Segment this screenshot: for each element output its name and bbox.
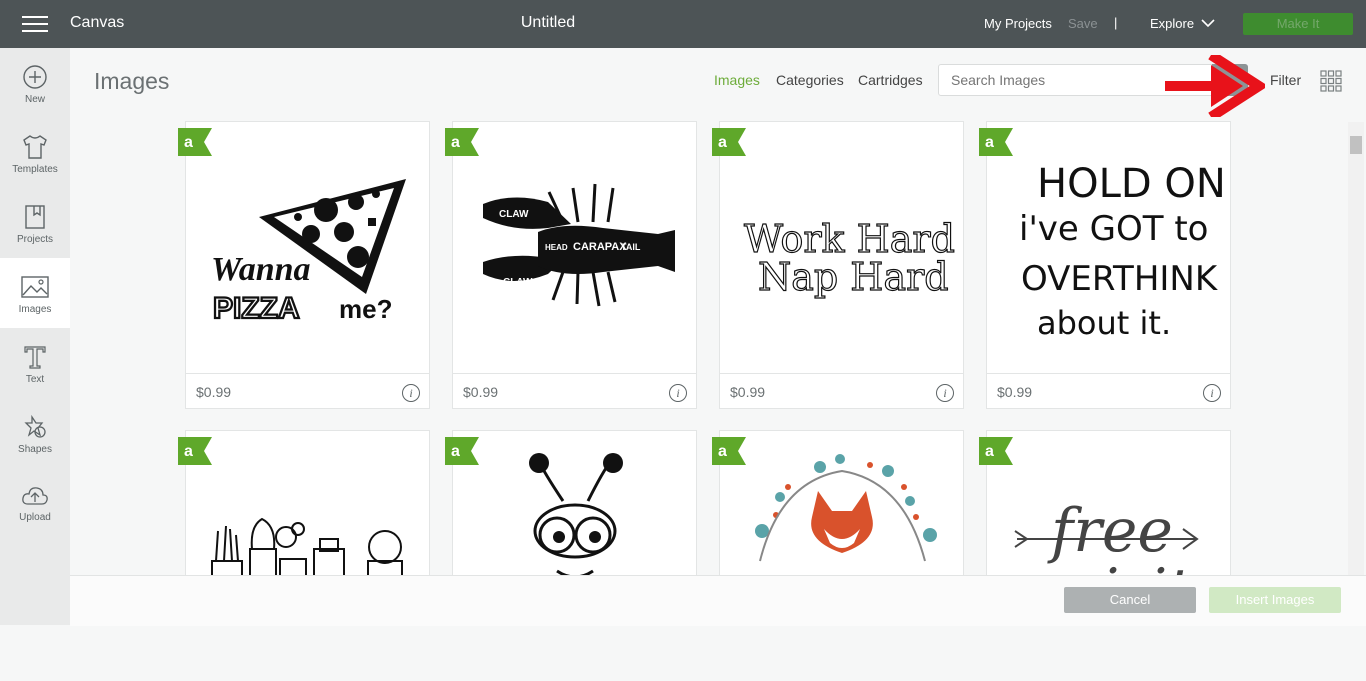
svg-text:a: a xyxy=(985,134,994,151)
image-card-bug[interactable] xyxy=(452,430,697,590)
info-icon[interactable]: i xyxy=(402,384,420,402)
scrollbar-thumb[interactable] xyxy=(1350,136,1362,154)
cancel-button[interactable]: Cancel xyxy=(1064,587,1196,613)
image-card-free-spirit[interactable]: free spirit xyxy=(986,430,1231,626)
tab-cartridges[interactable]: Cartridges xyxy=(858,72,923,88)
divider xyxy=(720,373,963,374)
filter-button[interactable]: Filter xyxy=(1270,72,1301,88)
chevron-down-icon[interactable] xyxy=(1201,16,1215,30)
sidebar-item-label: Shapes xyxy=(18,444,52,455)
my-projects-link[interactable]: My Projects xyxy=(984,16,1052,31)
sidebar-item-projects[interactable]: Projects xyxy=(0,188,70,258)
art-text: OVERTHINK xyxy=(1021,259,1219,299)
art-text: CLAW xyxy=(503,277,533,288)
pizza-slice-artwork: Wanna PIZZA me? xyxy=(211,179,406,326)
separator: | xyxy=(1114,15,1118,30)
svg-text:a: a xyxy=(718,443,727,460)
sidebar-item-label: Projects xyxy=(16,234,54,245)
sidebar-item-label: Text xyxy=(25,374,45,385)
art-text: TAIL xyxy=(621,242,641,252)
image-card-hold-on[interactable]: HOLD ON i've GOT to OVERTHINK about it. … xyxy=(986,121,1231,409)
document-title[interactable]: Untitled xyxy=(0,14,1096,32)
left-sidebar: New Templates Projects Images Text Shape… xyxy=(0,48,70,625)
insert-images-button[interactable]: Insert Images xyxy=(1209,587,1341,613)
sidebar-item-upload[interactable]: Upload xyxy=(0,468,70,538)
red-arrow-icon xyxy=(1165,55,1265,117)
art-text: i've GOT to xyxy=(1019,209,1208,249)
grid-view-icon[interactable] xyxy=(1320,70,1342,92)
svg-text:a: a xyxy=(184,443,193,460)
lobster-artwork: CLAW CLAW HEAD CARAPAX TAIL xyxy=(483,183,675,307)
svg-text:a: a xyxy=(718,134,727,151)
sidebar-item-label: Templates xyxy=(12,164,58,175)
price-label: $0.99 xyxy=(730,384,766,400)
bookmark-book-icon xyxy=(25,205,45,229)
svg-text:a: a xyxy=(184,134,193,151)
plus-circle-icon xyxy=(23,65,47,89)
access-badge-icon: a xyxy=(712,128,746,156)
sidebar-item-label: New xyxy=(24,94,45,105)
art-text: Nap Hard xyxy=(758,255,949,299)
cloud-upload-icon xyxy=(22,487,48,505)
sidebar-item-images[interactable]: Images xyxy=(0,258,70,328)
vertical-scrollbar[interactable] xyxy=(1348,122,1364,577)
svg-text:a: a xyxy=(451,443,460,460)
divider xyxy=(987,373,1230,374)
sidebar-item-new[interactable]: New xyxy=(0,48,70,118)
access-badge-icon: a xyxy=(979,128,1013,156)
save-button[interactable]: Save xyxy=(1068,16,1098,31)
tab-categories[interactable]: Categories xyxy=(776,72,844,88)
info-icon[interactable]: i xyxy=(936,384,954,402)
svg-text:a: a xyxy=(985,443,994,460)
sidebar-item-shapes[interactable]: Shapes xyxy=(0,398,70,468)
make-it-button[interactable]: Make It xyxy=(1243,13,1353,35)
tab-images[interactable]: Images xyxy=(714,72,760,88)
svg-text:a: a xyxy=(451,134,460,151)
art-text: CARAPAX xyxy=(573,241,627,253)
art-text: CLAW xyxy=(499,209,529,220)
image-card-lobster[interactable]: CLAW CLAW HEAD CARAPAX TAIL $0.99 i xyxy=(452,121,697,409)
hold-on-artwork: HOLD ON i've GOT to OVERTHINK about it. xyxy=(1019,161,1226,342)
art-text: HOLD ON xyxy=(1037,161,1226,207)
bug-with-glasses-artwork xyxy=(529,453,623,579)
image-card-pizza[interactable]: Wanna PIZZA me? $0.99 i xyxy=(185,121,430,409)
image-card-work-hard[interactable]: Work Hard Nap Hard $0.99 i xyxy=(719,121,964,409)
art-text: me? xyxy=(339,294,392,324)
sidebar-item-text[interactable]: Text xyxy=(0,328,70,398)
divider xyxy=(453,373,696,374)
sidebar-item-label: Images xyxy=(18,304,52,315)
art-text: about it. xyxy=(1037,304,1171,342)
price-label: $0.99 xyxy=(463,384,499,400)
cactus-artwork xyxy=(211,517,403,592)
page-title: Images xyxy=(94,68,170,94)
price-label: $0.99 xyxy=(196,384,232,400)
sidebar-item-templates[interactable]: Templates xyxy=(0,118,70,188)
price-label: $0.99 xyxy=(997,384,1033,400)
access-badge-icon: a xyxy=(712,437,746,465)
art-text: HEAD xyxy=(545,243,568,252)
text-t-icon xyxy=(24,346,46,369)
art-text: Wanna xyxy=(211,251,311,288)
info-icon[interactable]: i xyxy=(669,384,687,402)
shapes-icon xyxy=(24,414,46,438)
image-icon xyxy=(21,276,49,298)
access-badge-icon: a xyxy=(979,437,1013,465)
tshirt-icon xyxy=(23,135,47,159)
info-icon[interactable]: i xyxy=(1203,384,1221,402)
access-badge-icon: a xyxy=(445,128,479,156)
access-badge-icon: a xyxy=(445,437,479,465)
image-card-fox[interactable] xyxy=(719,430,964,590)
art-text: PIZZA xyxy=(213,292,300,325)
free-spirit-artwork: free spirit xyxy=(1014,496,1199,626)
work-hard-artwork: Work Hard Nap Hard xyxy=(743,216,955,299)
access-badge-icon: a xyxy=(178,128,212,156)
access-badge-icon: a xyxy=(178,437,212,465)
top-bar: Canvas Untitled My Projects Save | Explo… xyxy=(0,0,1366,48)
sidebar-item-label: Upload xyxy=(19,512,51,523)
image-card-cactus[interactable] xyxy=(185,430,430,592)
explore-menu[interactable]: Explore xyxy=(1150,16,1194,31)
fox-wreath-artwork xyxy=(755,454,937,562)
divider xyxy=(186,373,429,374)
